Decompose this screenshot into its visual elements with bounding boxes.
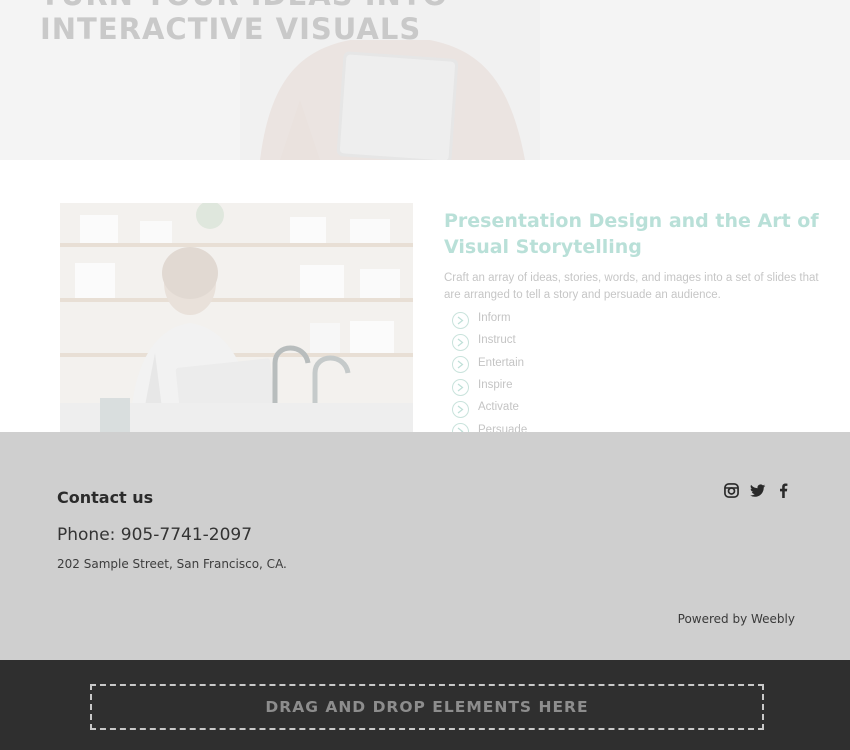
feature-list: Inform Instruct Entertain Inspire Activa…: [452, 307, 527, 441]
list-item: Entertain: [452, 352, 527, 374]
feature-heading: Presentation Design and the Art of Visua…: [444, 210, 819, 258]
twitter-icon[interactable]: [749, 482, 766, 499]
list-item: Inform: [452, 307, 527, 329]
list-item-label: Inspire: [478, 379, 513, 392]
drop-zone[interactable]: DRAG AND DROP ELEMENTS HERE: [90, 684, 764, 730]
contact-title: Contact us: [57, 488, 154, 507]
social-links: [723, 482, 792, 499]
hero-banner: TURN YOUR IDEAS INTO INTERACTIVE VISUALS: [0, 0, 850, 160]
chevron-right-icon: [452, 356, 469, 374]
list-item: Instruct: [452, 329, 527, 351]
feature-photo: [60, 203, 413, 432]
drop-zone-label: DRAG AND DROP ELEMENTS HERE: [265, 698, 589, 716]
chevron-right-icon: [452, 333, 469, 351]
footer: Contact us Phone: 905-7741-2097 202 Samp…: [0, 432, 850, 660]
feature-section: Presentation Design and the Art of Visua…: [0, 160, 850, 441]
list-item: Activate: [452, 396, 527, 418]
instagram-icon[interactable]: [723, 482, 740, 499]
list-item-label: Activate: [478, 401, 519, 414]
chevron-right-icon: [452, 311, 469, 329]
list-item-label: Entertain: [478, 356, 525, 369]
list-item-label: Inform: [478, 312, 511, 325]
feature-description: Craft an array of ideas, stories, words,…: [444, 272, 819, 301]
chevron-right-icon: [452, 378, 469, 396]
facebook-icon[interactable]: [775, 482, 792, 499]
powered-by-link[interactable]: Powered by Weebly: [678, 612, 795, 626]
dropzone-bar: DRAG AND DROP ELEMENTS HERE: [0, 660, 850, 750]
contact-phone: Phone: 905-7741-2097: [57, 525, 253, 545]
list-item-label: Instruct: [478, 334, 516, 347]
chevron-right-icon: [452, 400, 469, 418]
hero-title: TURN YOUR IDEAS INTO INTERACTIVE VISUALS: [40, 0, 447, 46]
list-item: Inspire: [452, 374, 527, 396]
contact-address: 202 Sample Street, San Francisco, CA.: [57, 557, 287, 571]
